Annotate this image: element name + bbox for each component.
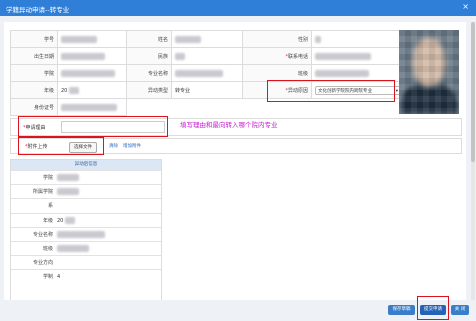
clear-link[interactable]: 清除	[109, 143, 118, 149]
after-row: 系	[11, 198, 161, 214]
label-xueyuan: 学院	[10, 64, 58, 82]
close-button[interactable]: 关 闭	[451, 305, 469, 315]
after-info-title: 异动后信息	[11, 160, 161, 170]
value-minzu	[171, 47, 243, 65]
after-row: 学制 4	[11, 269, 161, 284]
save-draft-button[interactable]: 保存草稿	[388, 305, 415, 315]
value-xueyuan	[57, 64, 127, 82]
label-type: 异动类型	[126, 81, 172, 99]
reason-highlight	[18, 116, 168, 137]
label-id: 身份证号	[10, 98, 58, 116]
scrollbar[interactable]	[471, 22, 475, 300]
window-title-bar: 学籍异动申请--转专业 ×	[0, 0, 476, 16]
after-row: 年级 20	[11, 212, 161, 228]
after-info-panel: 异动后信息 学院 所属学院 系 年级 20 专业名称 班级 专业方向 学制 4	[10, 159, 162, 300]
after-row: 专业方向	[11, 255, 161, 270]
value-birth	[57, 47, 127, 65]
after-row: 所属学院	[11, 184, 161, 199]
submit-highlight	[417, 296, 449, 320]
student-photo	[399, 30, 459, 114]
value-xingbie	[311, 30, 413, 48]
chevron-down-icon: ▾	[395, 88, 398, 94]
reason-annotation: 填写理由和最向转入哪个院内专业	[180, 121, 278, 129]
label-phone: *联系电话	[242, 47, 312, 65]
phone-input[interactable]	[311, 47, 413, 65]
value-class	[311, 64, 413, 82]
label-minzu: 民族	[126, 47, 172, 65]
add-attachment-link[interactable]: 增加附件	[123, 143, 141, 149]
label-xingming: 姓名	[126, 30, 172, 48]
label-xingbie: 性别	[242, 30, 312, 48]
value-id	[57, 98, 127, 116]
value-major	[171, 64, 243, 82]
reason-type-highlight	[267, 80, 395, 102]
label-birth: 出生日期	[10, 47, 58, 65]
value-xingming	[171, 30, 243, 48]
after-row: 班级	[11, 240, 161, 256]
value-type: 转专业	[171, 81, 243, 99]
label-major: 专业名称	[126, 64, 172, 82]
value-grade: 20	[57, 81, 127, 99]
scrollbar-thumb[interactable]	[471, 22, 475, 162]
attach-highlight	[18, 137, 104, 155]
label-xuehao: 学号	[10, 30, 58, 48]
after-info-table: 学院 所属学院 系 年级 20 专业名称 班级 专业方向 学制 4	[11, 169, 161, 284]
close-icon[interactable]: ×	[462, 3, 469, 11]
window-title: 学籍异动申请--转专业	[6, 6, 70, 14]
label-class: 班级	[242, 64, 312, 82]
after-row: 学院	[11, 169, 161, 185]
student-info-table: 学号 姓名 性别 出生日期 民族 *联系电话 学院 专业名称 班级 年级 20	[10, 30, 413, 116]
label-grade: 年级	[10, 81, 58, 99]
form-content: 学号 姓名 性别 出生日期 民族 *联系电话 学院 专业名称 班级 年级 20	[4, 22, 466, 300]
after-row: 专业名称	[11, 226, 161, 242]
value-xuehao	[57, 30, 127, 48]
